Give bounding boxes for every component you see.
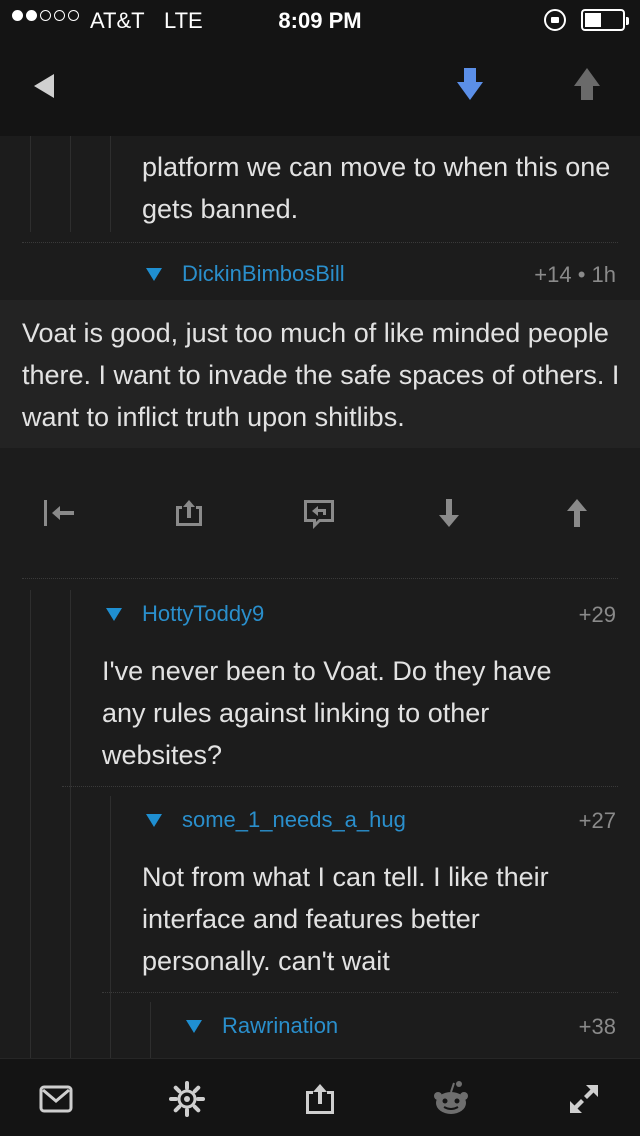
rotation-lock-icon <box>544 9 566 31</box>
indent-line <box>70 590 71 1058</box>
upvote-arrow-icon[interactable] <box>573 66 601 102</box>
indent-line <box>30 136 31 232</box>
collapse-triangle-icon[interactable] <box>146 814 162 827</box>
comment-action-bar <box>0 448 640 578</box>
comment-score: +29 <box>578 602 616 627</box>
indent-line <box>70 136 71 232</box>
comment-score: +38 <box>578 1014 616 1039</box>
comment-author[interactable]: HottyToddy9 <box>142 601 264 627</box>
comment-body: Voat is good, just too much of like mind… <box>22 318 620 432</box>
nav-bar <box>0 40 640 136</box>
indent-line <box>30 590 31 1058</box>
divider <box>62 786 618 787</box>
comment-author-row[interactable]: some_1_needs_a_hug <box>146 806 586 836</box>
settings-gear-icon[interactable] <box>167 1079 207 1119</box>
collapse-triangle-icon[interactable] <box>186 1020 202 1033</box>
mail-icon[interactable] <box>36 1079 76 1119</box>
comment-body: Not from what I can tell. I like their i… <box>142 862 549 976</box>
battery-icon <box>581 9 629 31</box>
divider <box>22 242 618 243</box>
collapse-triangle-icon[interactable] <box>146 268 162 281</box>
comment-score: +27 <box>578 808 616 833</box>
comment-author[interactable]: some_1_needs_a_hug <box>182 807 406 833</box>
comment-author[interactable]: Rawrination <box>222 1013 338 1039</box>
comment-author-row[interactable]: HottyToddy9 <box>106 600 576 630</box>
indent-line <box>150 1002 151 1058</box>
comment-thread[interactable]: platform we can move to when this one ge… <box>0 136 640 1058</box>
share-icon[interactable] <box>172 496 206 530</box>
comment-body: platform we can move to when this one ge… <box>142 152 611 224</box>
divider <box>22 578 618 579</box>
upvote-icon[interactable] <box>560 496 594 530</box>
reply-icon[interactable] <box>302 496 336 530</box>
selected-comment: Voat is good, just too much of like mind… <box>0 300 640 448</box>
indent-line <box>110 796 111 1058</box>
reddit-alien-icon[interactable] <box>431 1079 471 1119</box>
share-icon[interactable] <box>300 1079 340 1119</box>
expand-icon[interactable] <box>564 1079 604 1119</box>
comment-score: +14 • 1h <box>534 262 616 287</box>
collapse-to-parent-icon[interactable] <box>42 496 76 530</box>
back-arrow-icon[interactable] <box>34 74 54 98</box>
comment-author-row[interactable]: Rawrination <box>186 1012 586 1042</box>
comment-body: I've never been to Voat. Do they have an… <box>102 656 552 770</box>
tab-bar <box>0 1058 640 1136</box>
collapse-triangle-icon[interactable] <box>106 608 122 621</box>
indent-line <box>110 136 111 232</box>
comment-author[interactable]: DickinBimbosBill <box>182 261 345 287</box>
downvote-icon[interactable] <box>432 496 466 530</box>
divider <box>102 992 618 993</box>
downvote-arrow-icon[interactable] <box>456 66 484 102</box>
status-bar: AT&T LTE 8:09 PM <box>0 0 640 40</box>
